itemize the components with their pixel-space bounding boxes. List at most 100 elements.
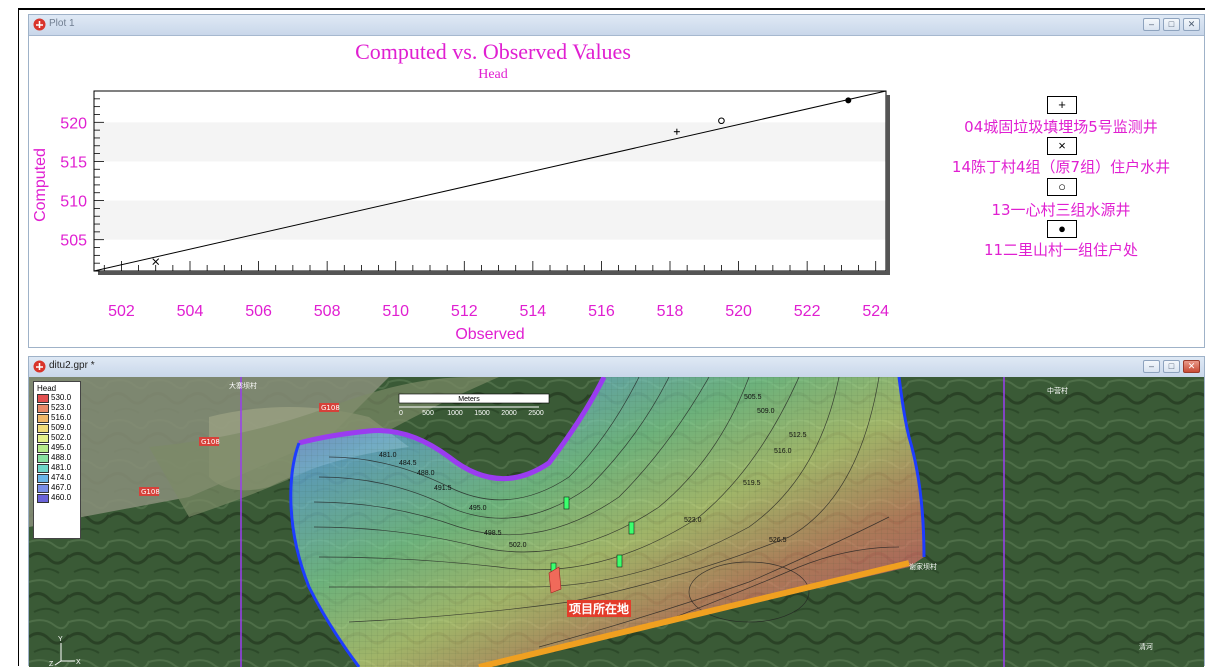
head-legend-row: 481.0: [37, 463, 79, 473]
axis-label-y: Y: [58, 636, 63, 643]
plot-frame-shadow-right: [886, 95, 890, 275]
head-legend-row: 488.0: [37, 453, 79, 463]
head-legend-row: 460.0: [37, 493, 79, 503]
app-icon: [33, 360, 46, 373]
head-legend-row: 467.0: [37, 483, 79, 493]
scatter-chart: Computed vs. Observed Values Head 502 504…: [32, 39, 890, 343]
svg-text:505.5: 505.5: [744, 394, 762, 401]
svg-text:526.5: 526.5: [769, 537, 787, 544]
y-tick-labels: 505 510 515 520: [60, 115, 87, 249]
maximize-button[interactable]: □: [1163, 18, 1180, 31]
x-tick-label: 520: [725, 303, 752, 320]
svg-text:481.0: 481.0: [379, 452, 397, 459]
svg-text:Meters: Meters: [458, 396, 480, 403]
head-legend-swatch: [37, 464, 49, 473]
x-tick-label: 524: [862, 303, 889, 320]
top-border-line: [18, 0, 1205, 10]
road-label: G108: [321, 404, 340, 412]
head-legend-swatch: [37, 404, 49, 413]
scale-tick-label: 1500: [474, 410, 490, 417]
plot-window-title: Plot 1: [49, 18, 75, 29]
head-legend-row: 502.0: [37, 433, 79, 443]
svg-text:488.0: 488.0: [417, 470, 435, 477]
plot-window: Plot 1 – □ ✕ Computed vs. Observed Value…: [28, 14, 1205, 348]
head-legend-row: 474.0: [37, 473, 79, 483]
head-legend-value: 495.0: [51, 443, 72, 452]
axis-label-z: Z: [49, 661, 54, 667]
one-to-one-line: [93, 90, 887, 272]
legend-marker-plus: +: [1047, 96, 1077, 114]
map-view[interactable]: 大寨坝村 中营村 谢家坝村 清河 G108 G108 G108 505.5 50…: [29, 377, 1204, 667]
legend-marker-circle: ○: [1047, 178, 1077, 196]
head-legend-value: 530.0: [51, 393, 72, 402]
scale-tick-label: 2500: [528, 410, 544, 417]
scale-tick-label: 1000: [447, 410, 463, 417]
svg-text:484.5: 484.5: [399, 460, 417, 467]
minimize-button[interactable]: –: [1143, 360, 1160, 373]
head-legend-value: 467.0: [51, 483, 72, 492]
head-legend-value: 474.0: [51, 473, 72, 482]
close-button[interactable]: ✕: [1183, 360, 1200, 373]
head-legend-value: 509.0: [51, 423, 72, 432]
x-tick-label: 508: [314, 303, 341, 320]
svg-text:509.0: 509.0: [757, 408, 775, 415]
place-label: 大寨坝村: [229, 381, 257, 390]
x-tick-labels: 502 504 506 508 510 512 514 516 518 520 522 524: [108, 303, 889, 320]
place-label: 清河: [1139, 642, 1153, 651]
data-point-x: [152, 258, 160, 265]
scale-tick-label: 0: [399, 410, 403, 417]
place-label: 中营村: [1047, 386, 1068, 395]
y-axis-label: Computed: [32, 148, 49, 222]
head-legend-value: 460.0: [51, 493, 72, 502]
map-window-title: ditu2.gpr *: [49, 360, 95, 371]
head-legend-swatch: [37, 484, 49, 493]
app-icon: [33, 18, 46, 31]
head-legend-row: 495.0: [37, 443, 79, 453]
head-legend-value: 523.0: [51, 403, 72, 412]
maximize-button[interactable]: □: [1163, 360, 1180, 373]
x-tick-label: 516: [588, 303, 615, 320]
head-legend-value: 502.0: [51, 433, 72, 442]
axis-label-x: X: [76, 659, 81, 666]
head-legend-value: 516.0: [51, 413, 72, 422]
legend-label-3: 13一心村三组水源井: [991, 201, 1131, 219]
head-legend-swatch: [37, 424, 49, 433]
plot-window-titlebar[interactable]: Plot 1 – □ ✕: [29, 15, 1204, 36]
left-border-line: [18, 8, 19, 666]
head-legend-value: 481.0: [51, 463, 72, 472]
y-tick-label: 510: [60, 194, 87, 211]
svg-text:512.5: 512.5: [789, 432, 807, 439]
project-location-label: 项目所在地: [567, 600, 632, 617]
road-label: G108: [201, 438, 220, 446]
y-tick-label: 515: [60, 154, 87, 171]
y-tick-label: 505: [60, 233, 87, 250]
map-canvas[interactable]: 大寨坝村 中营村 谢家坝村 清河 G108 G108 G108 505.5 50…: [29, 377, 1204, 667]
x-tick-label: 518: [657, 303, 684, 320]
scale-tick-label: 500: [422, 410, 434, 417]
svg-text:491.5: 491.5: [434, 485, 452, 492]
legend-label-2: 14陈丁村4组（原7组）住户水井: [951, 158, 1171, 176]
map-window-titlebar[interactable]: ditu2.gpr * – □ ✕: [29, 357, 1204, 378]
svg-text:502.0: 502.0: [509, 542, 527, 549]
x-tick-label: 504: [177, 303, 204, 320]
x-tick-label: 502: [108, 303, 135, 320]
plot-frame-shadow-bottom: [98, 271, 890, 275]
legend-marker-x: ×: [1047, 137, 1077, 155]
minimize-button[interactable]: –: [1143, 18, 1160, 31]
head-legend-swatch: [37, 474, 49, 483]
svg-text:523.0: 523.0: [684, 517, 702, 524]
head-legend-row: 509.0: [37, 423, 79, 433]
map-window: ditu2.gpr * – □ ✕ 大寨坝村 中营村 谢家坝村 清河 G108 …: [28, 356, 1205, 667]
head-legend-swatch: [37, 454, 49, 463]
grid-band: [94, 122, 886, 162]
svg-text:516.0: 516.0: [774, 448, 792, 455]
scale-tick-label: 2000: [501, 410, 517, 417]
x-tick-label: 510: [382, 303, 409, 320]
head-legend-swatch: [37, 444, 49, 453]
y-tick-label: 520: [60, 115, 87, 132]
head-legend-swatch: [37, 414, 49, 423]
grid-band: [94, 200, 886, 240]
head-legend-row: 516.0: [37, 413, 79, 423]
close-button[interactable]: ✕: [1183, 18, 1200, 31]
head-legend-swatch: [37, 434, 49, 443]
